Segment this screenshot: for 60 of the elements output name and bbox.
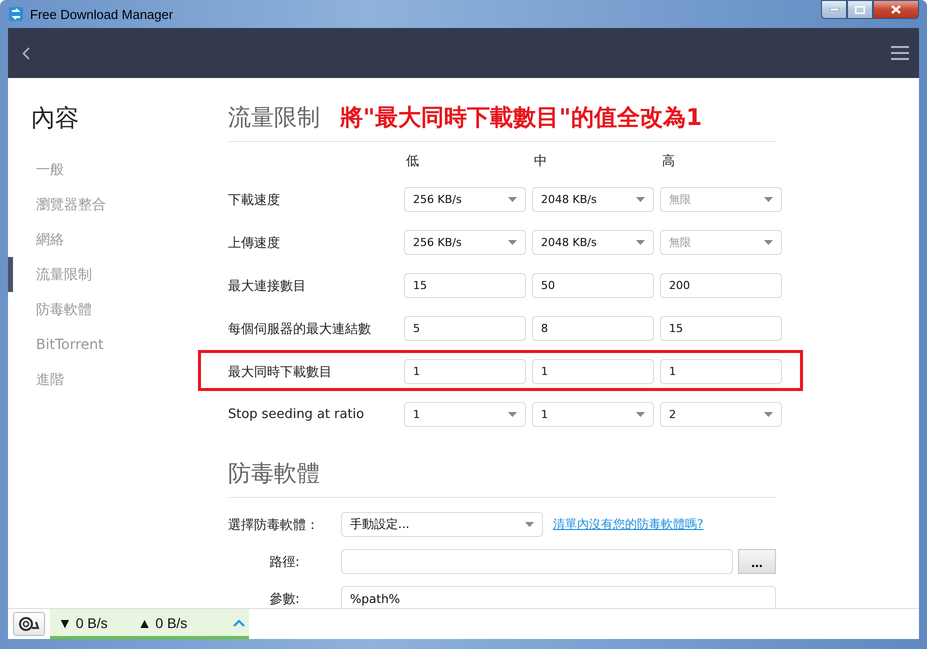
field-label: 選擇防毒軟體： <box>228 516 320 534</box>
chevron-up-icon[interactable] <box>233 618 246 626</box>
column-header: 低 <box>405 153 420 171</box>
row-label: 最大連接數目 <box>228 278 307 296</box>
minimize-icon <box>830 8 838 11</box>
section-heading: 流量限制 <box>228 104 320 133</box>
input-field[interactable]: 1 <box>404 359 526 384</box>
section-heading: 防毒軟體 <box>228 460 320 489</box>
input-field[interactable]: 200 <box>660 273 782 298</box>
dropdown-caret-icon <box>764 240 773 245</box>
dropdown-caret-icon <box>764 412 773 417</box>
input-field[interactable]: 5 <box>404 316 526 341</box>
close-button[interactable] <box>873 0 919 19</box>
dropdown-caret-icon <box>636 240 645 245</box>
snail-icon <box>18 616 40 632</box>
app-logo-icon <box>8 6 24 22</box>
back-icon[interactable] <box>22 46 30 60</box>
maximize-icon <box>855 6 865 14</box>
dropdown[interactable]: 1 <box>532 402 654 427</box>
row-label: 最大同時下載數目 <box>228 350 398 393</box>
dropdown-caret-icon <box>636 197 645 202</box>
speed-mode-button[interactable] <box>13 612 45 636</box>
row-label: 每個伺服器的最大連結數 <box>228 320 372 338</box>
dropdown-caret-icon <box>636 412 645 417</box>
maximize-button[interactable] <box>847 0 873 19</box>
annotation-text: 將"最大同時下載數目"的值全改為1 <box>340 104 702 133</box>
dropdown-caret-icon <box>508 412 517 417</box>
dropdown-caret-icon <box>508 197 517 202</box>
input-field[interactable]: 8 <box>532 316 654 341</box>
window-title: Free Download Manager <box>30 6 174 22</box>
dropdown[interactable]: 手動設定... <box>341 512 543 537</box>
sidebar-title: 內容 <box>31 103 80 134</box>
field-label: 路徑: <box>268 554 301 570</box>
input-field[interactable]: 15 <box>660 316 782 341</box>
row-label: 上傳速度 <box>228 234 281 252</box>
dropdown[interactable]: 2048 KB/s <box>532 230 654 255</box>
download-speed: ▼ 0 B/s <box>58 614 108 630</box>
menu-icon[interactable] <box>891 46 909 60</box>
input-field[interactable]: 50 <box>532 273 654 298</box>
input-field[interactable] <box>341 549 733 574</box>
close-icon <box>891 5 901 14</box>
dropdown[interactable]: 2 <box>660 402 782 427</box>
row-label: Stop seeding at ratio <box>228 406 366 424</box>
input-field[interactable]: 15 <box>404 273 526 298</box>
column-header: 高 <box>661 153 676 171</box>
browse-button[interactable]: ... <box>738 549 776 574</box>
dropdown[interactable]: 1 <box>404 402 526 427</box>
dropdown-caret-icon <box>508 240 517 245</box>
dropdown-caret-icon <box>764 197 773 202</box>
input-field[interactable]: 1 <box>660 359 782 384</box>
input-field[interactable]: 1 <box>532 359 654 384</box>
upload-speed: ▲ 0 B/s <box>138 614 188 630</box>
row-label: 下載速度 <box>228 192 281 210</box>
dropdown[interactable]: 256 KB/s <box>404 187 526 212</box>
dropdown[interactable]: 2048 KB/s <box>532 187 654 212</box>
dropdown[interactable]: 256 KB/s <box>404 230 526 255</box>
dropdown-caret-icon <box>525 522 534 527</box>
field-label: 參數: <box>268 590 301 608</box>
minimize-button[interactable] <box>821 0 847 19</box>
column-header: 中 <box>533 153 548 171</box>
